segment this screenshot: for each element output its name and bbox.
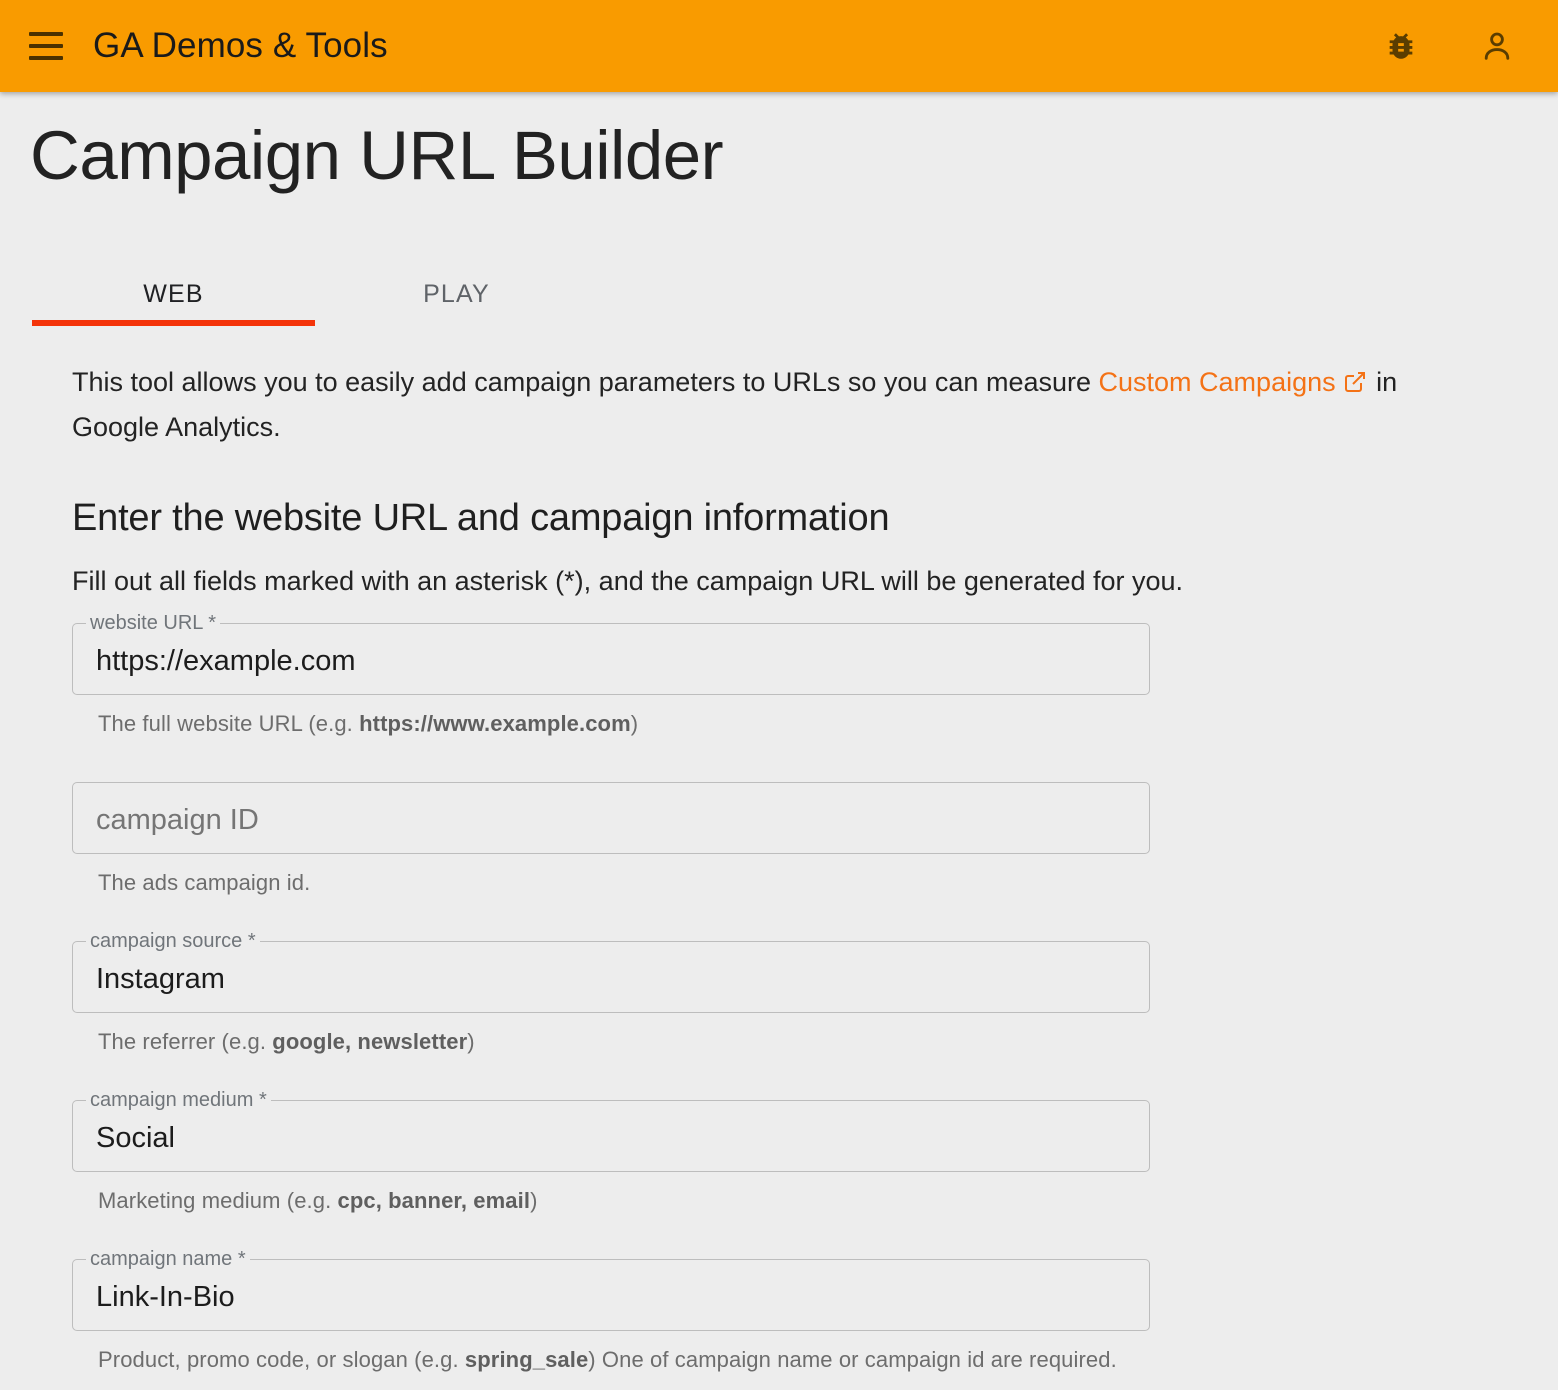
hamburger-menu-icon[interactable]	[18, 18, 74, 74]
website-url-hint: The full website URL (e.g. https://www.e…	[72, 695, 1558, 737]
campaign-source-hint: The referrer (e.g. google, newsletter)	[72, 1013, 1558, 1055]
website-url-input[interactable]	[72, 622, 1150, 695]
hint-prefix: The referrer (e.g.	[98, 1028, 273, 1054]
field-campaign-source: campaign source * The referrer (e.g. goo…	[72, 930, 1558, 1055]
campaign-name-hint: Product, promo code, or slogan (e.g. spr…	[72, 1331, 1558, 1373]
hint-bold: google, newsletter	[272, 1028, 468, 1054]
field-campaign-name: campaign name * Product, promo code, or …	[72, 1248, 1558, 1373]
menu-bar-3	[29, 56, 63, 60]
website-url-textfield[interactable]: website URL *	[72, 612, 1150, 695]
menu-bar-2	[29, 44, 63, 48]
campaign-medium-textfield[interactable]: campaign medium *	[72, 1089, 1150, 1172]
hint-bold: https://www.example.com	[359, 710, 631, 736]
field-campaign-medium: campaign medium * Marketing medium (e.g.…	[72, 1089, 1558, 1214]
hint-bold: spring_sale	[464, 1346, 589, 1372]
hint-prefix: The full website URL (e.g.	[98, 710, 360, 736]
campaign-id-textfield[interactable]	[72, 781, 1150, 854]
field-campaign-id: The ads campaign id.	[72, 781, 1558, 896]
app-title: GA Demos & Tools	[93, 26, 388, 65]
section-subheading: Fill out all fields marked with an aster…	[72, 565, 1184, 596]
page-title: Campaign URL Builder	[30, 117, 724, 194]
campaign-id-hint: The ads campaign id.	[72, 854, 1558, 896]
campaign-source-input[interactable]	[72, 940, 1150, 1013]
tab-play[interactable]: PLAY	[315, 248, 598, 326]
campaign-medium-input[interactable]	[72, 1099, 1150, 1172]
campaign-name-input[interactable]	[72, 1258, 1150, 1331]
main-content: Campaign URL Builder WEB PLAY This tool …	[0, 92, 1558, 1373]
section-heading: Enter the website URL and campaign infor…	[72, 496, 890, 539]
campaign-medium-hint: Marketing medium (e.g. cpc, banner, emai…	[72, 1172, 1558, 1214]
hint-suffix: )	[630, 710, 639, 736]
open-in-new-icon	[1343, 365, 1367, 407]
intro-text-before: This tool allows you to easily add campa…	[72, 366, 1099, 397]
hint-bold: cpc, banner, email	[337, 1187, 531, 1213]
hint-suffix: ) One of campaign name or campaign id ar…	[588, 1346, 1117, 1372]
custom-campaigns-link-label: Custom Campaigns	[1098, 366, 1336, 397]
bug-report-icon[interactable]	[1378, 23, 1424, 69]
hint-suffix: )	[467, 1028, 475, 1054]
menu-bar-1	[29, 32, 63, 36]
tab-bar: WEB PLAY	[0, 248, 1558, 326]
appbar-actions	[1378, 23, 1520, 69]
campaign-url-form: website URL * The full website URL (e.g.…	[0, 612, 1558, 1373]
app-bar: GA Demos & Tools	[0, 0, 1558, 92]
hint-prefix: Marketing medium (e.g.	[98, 1187, 338, 1213]
account-person-glyph	[1484, 32, 1510, 60]
hint-suffix: )	[530, 1187, 538, 1213]
campaign-source-textfield[interactable]: campaign source *	[72, 930, 1150, 1013]
bug-report-glyph	[1389, 33, 1413, 59]
intro-paragraph: This tool allows you to easily add campa…	[0, 362, 1500, 449]
custom-campaigns-link[interactable]: Custom Campaigns	[1099, 367, 1369, 397]
field-website-url: website URL * The full website URL (e.g.…	[72, 612, 1558, 737]
hint-prefix: Product, promo code, or slogan (e.g.	[98, 1346, 465, 1372]
hint-prefix: The ads campaign id.	[98, 869, 311, 895]
account-person-icon[interactable]	[1474, 23, 1520, 69]
campaign-id-input[interactable]	[72, 781, 1150, 854]
campaign-name-textfield[interactable]: campaign name *	[72, 1248, 1150, 1331]
app-root: GA Demos & Tools Campaign URL Builder WE…	[0, 0, 1558, 1390]
tab-web[interactable]: WEB	[32, 248, 315, 326]
